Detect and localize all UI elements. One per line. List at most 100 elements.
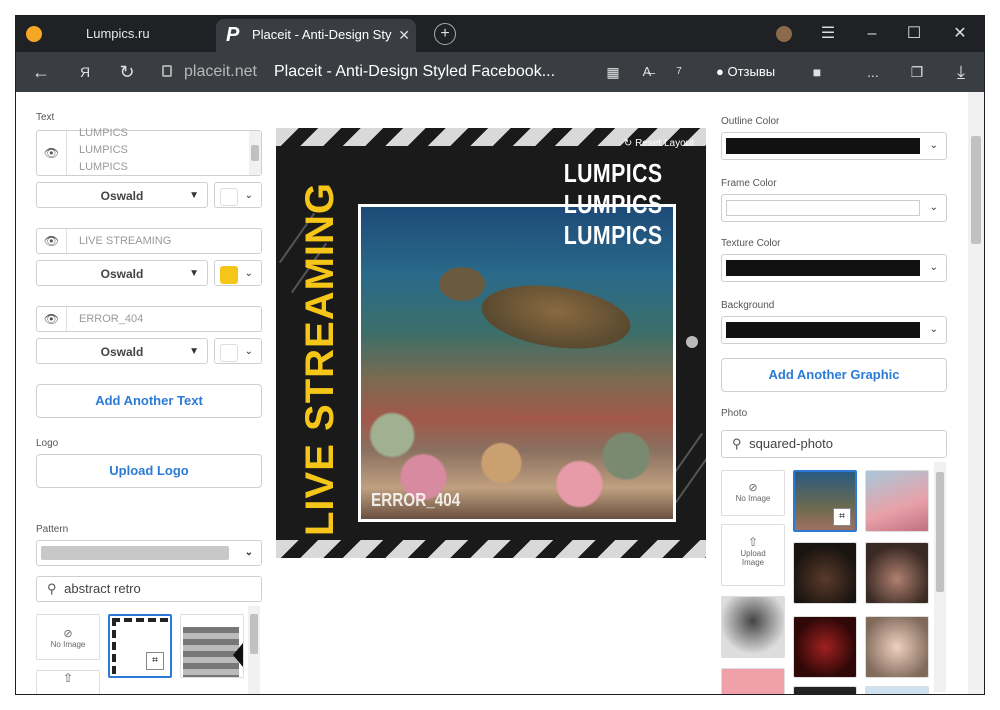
minimize-icon[interactable]: – xyxy=(852,16,892,52)
color-picker-3[interactable]: ⌄ xyxy=(214,338,262,364)
photo-thumb-6[interactable] xyxy=(793,616,857,678)
text-field-live-streaming[interactable]: 👁 LIVE STREAMING xyxy=(36,228,262,254)
photo-upload[interactable]: ⇧ Upload Image xyxy=(721,524,785,586)
text-line: LUMPICS xyxy=(79,161,128,173)
color-swatch xyxy=(220,266,238,284)
reviews-label: Отзывы xyxy=(727,64,776,79)
photo-thumb-4[interactable] xyxy=(865,542,929,604)
color-picker-2[interactable]: ⌄ xyxy=(214,260,262,286)
add-another-graphic-button[interactable]: Add Another Graphic xyxy=(721,358,947,392)
font-select-value: Oswald xyxy=(100,189,144,203)
canvas-headline-line[interactable]: LUMPICS xyxy=(563,220,662,251)
text-area-content: LUMPICS LUMPICS LUMPICS xyxy=(79,127,128,176)
pattern-thumb-art xyxy=(183,627,239,677)
photo-thumb-3[interactable] xyxy=(793,542,857,604)
visibility-eye-icon[interactable]: 👁 xyxy=(37,131,67,175)
page-scrollbar[interactable] xyxy=(968,92,984,694)
reload-icon[interactable]: ↻ xyxy=(112,52,142,92)
pattern-scrollbar[interactable] xyxy=(248,606,260,694)
pattern-no-image[interactable]: ⊘ No Image xyxy=(36,614,100,660)
photo-scrollbar[interactable] xyxy=(934,462,946,692)
more-icon[interactable]: ... xyxy=(858,52,888,92)
pattern-select[interactable]: ⌄ xyxy=(36,540,262,566)
lock-icon xyxy=(162,65,172,77)
texture-color-picker[interactable]: ⌄ xyxy=(721,254,947,282)
refresh-icon: ↻ xyxy=(623,138,633,149)
photo-thumb-10[interactable] xyxy=(865,686,929,694)
font-select-2[interactable]: Oswald ▼ xyxy=(36,260,208,286)
text-field-error[interactable]: 👁 ERROR_404 xyxy=(36,306,262,332)
yandex-icon[interactable]: Я xyxy=(70,52,100,92)
bookmark-icon[interactable]: ■ xyxy=(802,52,832,92)
back-icon[interactable]: ← xyxy=(26,52,56,92)
page-title[interactable]: Placeit - Anti-Design Styled Facebook... xyxy=(274,52,555,92)
placeit-favicon-icon: P xyxy=(226,24,240,46)
reset-layout-button[interactable]: ↻ Reset Layout xyxy=(624,138,694,149)
color-picker-1[interactable]: ⌄ xyxy=(214,182,262,208)
background-color-swatch xyxy=(726,322,920,338)
font-select-value: Oswald xyxy=(100,345,144,359)
text-line: LUMPICS xyxy=(79,144,128,156)
canvas-headline-line[interactable]: LUMPICS xyxy=(563,189,662,220)
design-canvas[interactable]: ERROR_404 LUMPICS LUMPICS LUMPICS LIVE S… xyxy=(276,128,706,558)
photo-thumb-5[interactable] xyxy=(721,596,785,658)
pattern-upload[interactable]: ⇧ xyxy=(36,670,100,694)
translate-icon[interactable]: A̶ xyxy=(632,52,662,92)
pattern-thumb-selected[interactable]: ⌗ xyxy=(108,614,172,678)
outline-color-label: Outline Color xyxy=(721,116,780,127)
photo-search-value: squared-photo xyxy=(749,436,833,451)
upload-logo-button[interactable]: Upload Logo xyxy=(36,454,262,488)
collections-icon[interactable]: ❐ xyxy=(902,52,932,92)
crop-icon[interactable]: ⌗ xyxy=(146,652,164,670)
photo-search-input[interactable]: ⚲ squared-photo xyxy=(721,430,947,458)
frame-color-picker[interactable]: ⌄ xyxy=(721,194,947,222)
canvas-photo[interactable]: ERROR_404 xyxy=(358,204,676,522)
outline-color-picker[interactable]: ⌄ xyxy=(721,132,947,160)
new-tab-button[interactable]: + xyxy=(434,23,456,45)
canvas-handle[interactable] xyxy=(686,336,698,348)
canvas-error-text[interactable]: ERROR_404 xyxy=(371,490,460,511)
crop-icon[interactable]: ⌗ xyxy=(833,508,851,526)
photo-thumb-8[interactable] xyxy=(721,668,785,694)
tab-title: Placeit - Anti-Design Sty xyxy=(252,27,392,42)
reviews-button[interactable]: ● Отзывы xyxy=(716,60,775,84)
chevron-down-icon: ⌄ xyxy=(929,324,938,335)
extensions-icon[interactable]: ▦ xyxy=(598,52,628,92)
text-area-lumpics[interactable]: 👁 LUMPICS LUMPICS LUMPICS xyxy=(36,127,262,176)
url-domain[interactable]: placeit.net xyxy=(184,52,257,92)
pattern-thumb-2[interactable] xyxy=(180,614,244,678)
font-select-1[interactable]: Oswald ▼ xyxy=(36,182,208,208)
profile-avatar-icon[interactable] xyxy=(776,26,792,42)
canvas-vertical-text[interactable]: LIVE STREAMING xyxy=(298,182,343,536)
menu-icon[interactable]: ☰ xyxy=(808,16,848,52)
browser-window: Lumpics.ru P Placeit - Anti-Design Sty ✕… xyxy=(16,16,984,694)
chevron-down-icon: ⌄ xyxy=(244,190,253,201)
photo-thumb-2[interactable] xyxy=(865,470,929,532)
browser-logo-icon[interactable] xyxy=(26,26,42,42)
pattern-thumb-art xyxy=(233,643,243,667)
close-tab-icon[interactable]: ✕ xyxy=(398,19,410,51)
badge-icon[interactable]: 7 xyxy=(664,52,694,92)
canvas-headline-line[interactable]: LUMPICS xyxy=(563,158,662,189)
pattern-search-input[interactable]: ⚲ abstract retro xyxy=(36,576,262,602)
background-color-picker[interactable]: ⌄ xyxy=(721,316,947,344)
no-image-label: No Image xyxy=(735,494,771,503)
visibility-eye-icon[interactable]: 👁 xyxy=(37,229,67,253)
text-area-scrollbar[interactable] xyxy=(249,131,261,175)
tab-lumpics[interactable]: Lumpics.ru xyxy=(60,16,216,52)
visibility-eye-icon[interactable]: 👁 xyxy=(37,307,67,331)
maximize-icon[interactable]: ☐ xyxy=(894,16,934,52)
search-icon: ⚲ xyxy=(47,581,57,596)
add-another-text-button[interactable]: Add Another Text xyxy=(36,384,262,418)
download-icon[interactable]: ⤓ xyxy=(946,52,976,92)
tab-placeit[interactable]: P Placeit - Anti-Design Sty ✕ xyxy=(216,19,416,52)
photo-thumb-9[interactable] xyxy=(793,686,857,694)
eye-slash-icon: ⊘ xyxy=(63,628,73,640)
scrollbar-thumb[interactable] xyxy=(971,136,981,244)
color-swatch xyxy=(220,344,238,362)
photo-thumb-selected[interactable]: ⌗ xyxy=(793,470,857,532)
close-window-icon[interactable]: ✕ xyxy=(940,16,980,52)
photo-no-image[interactable]: ⊘ No Image xyxy=(721,470,785,516)
font-select-3[interactable]: Oswald ▼ xyxy=(36,338,208,364)
photo-thumb-7[interactable] xyxy=(865,616,929,678)
